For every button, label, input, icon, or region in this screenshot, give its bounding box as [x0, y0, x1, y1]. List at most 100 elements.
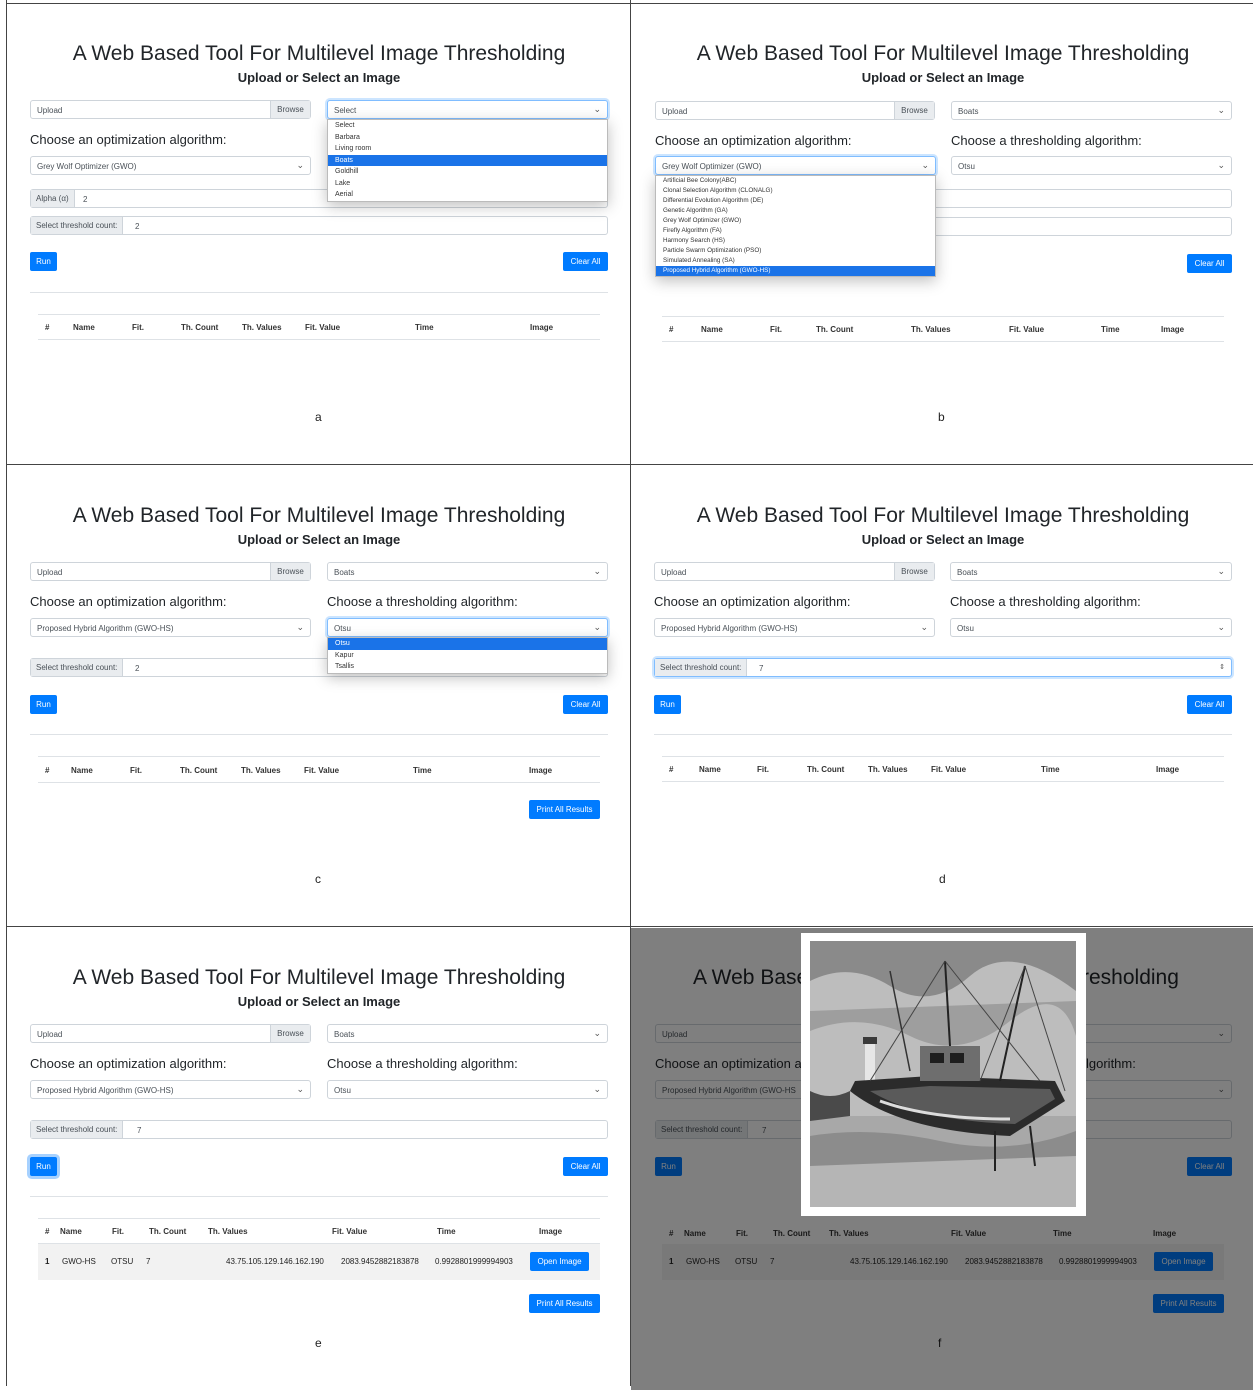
threshold-count-label: Select threshold count:	[31, 659, 124, 676]
image-select[interactable]: Boats ⌄	[327, 562, 608, 581]
col-header-fit: Fit.	[770, 325, 782, 334]
col-header-fit: Fit.	[132, 323, 144, 332]
chevron-down-icon: ⌄	[920, 622, 928, 632]
optimization-select[interactable]: Grey Wolf Optimizer (GWO) ⌄	[30, 156, 311, 175]
col-header-index: #	[669, 325, 674, 334]
clear-all-button[interactable]: Clear All	[1187, 254, 1232, 273]
chevron-down-icon: ⌄	[296, 160, 304, 170]
dropdown-option[interactable]: Clonal Selection Algorithm (CLONALG)	[656, 186, 935, 196]
dropdown-option[interactable]: Tsallis	[328, 661, 607, 673]
panel-c: A Web Based Tool For Multilevel Image Th…	[7, 466, 631, 928]
open-image-button[interactable]: Open Image	[530, 1252, 589, 1271]
optimization-select-value: Proposed Hybrid Algorithm (GWO-HS)	[37, 624, 174, 633]
dropdown-option[interactable]: Grey Wolf Optimizer (GWO)	[656, 216, 935, 226]
panel-e: A Web Based Tool For Multilevel Image Th…	[7, 928, 631, 1390]
panel-d: A Web Based Tool For Multilevel Image Th…	[631, 466, 1253, 928]
page-title: A Web Based Tool For Multilevel Image Th…	[696, 504, 1190, 527]
dropdown-option-selected[interactable]: Boats	[328, 154, 607, 166]
clear-all-button[interactable]: Clear All	[563, 695, 608, 714]
image-select[interactable]: Boats ⌄	[951, 101, 1232, 120]
dropdown-option[interactable]: Artificial Bee Colony(ABC)	[656, 176, 935, 186]
browse-button[interactable]: Browse	[894, 563, 934, 580]
image-modal	[801, 933, 1086, 1216]
threshold-count-value: 2	[135, 664, 140, 673]
print-all-results-button[interactable]: Print All Results	[529, 800, 600, 819]
panel-caption: d	[939, 872, 946, 886]
optimization-select-value: Proposed Hybrid Algorithm (GWO-HS)	[37, 1086, 174, 1095]
row-fit-value: 2083.9452882183878	[341, 1257, 419, 1266]
run-button[interactable]: Run	[30, 695, 57, 714]
upload-field[interactable]: Upload Browse	[655, 101, 935, 120]
dropdown-option[interactable]: Simulated Annealing (SA)	[656, 256, 935, 266]
dropdown-option[interactable]: Kapur	[328, 650, 607, 662]
boat-image	[810, 941, 1076, 1207]
thresholding-select[interactable]: Otsu ⌄	[327, 618, 608, 637]
thresholding-label: Choose a thresholding algorithm:	[327, 1056, 518, 1071]
run-button[interactable]: Run	[654, 695, 681, 714]
upload-placeholder: Upload	[661, 568, 687, 577]
chevron-down-icon: ⌄	[1217, 105, 1225, 115]
dropdown-option[interactable]: Select	[328, 120, 607, 132]
col-header-fit: Fit.	[130, 766, 142, 775]
dropdown-option[interactable]: Genetic Algorithm (GA)	[656, 206, 935, 216]
threshold-count-field[interactable]: Select threshold count: 7 ⇕	[654, 658, 1232, 677]
optimization-select[interactable]: Grey Wolf Optimizer (GWO) ⌄	[655, 156, 936, 175]
page-subtitle: Upload or Select an Image	[237, 532, 401, 547]
optimization-label: Choose an optimization algorithm:	[654, 594, 851, 609]
table-top-border	[662, 756, 1224, 757]
dropdown-option[interactable]: Differential Evolution Algorithm (DE)	[656, 196, 935, 206]
upload-field[interactable]: Upload Browse	[30, 1024, 311, 1043]
browse-button[interactable]: Browse	[894, 102, 934, 119]
upload-field[interactable]: Upload Browse	[30, 100, 311, 119]
dropdown-option[interactable]: Barbara	[328, 132, 607, 144]
optimization-select[interactable]: Proposed Hybrid Algorithm (GWO-HS) ⌄	[654, 618, 935, 637]
table-bottom-border	[662, 341, 1224, 342]
thresholding-select[interactable]: Otsu ⌄	[950, 618, 1232, 637]
col-header-fit-value: Fit. Value	[304, 766, 340, 775]
upload-placeholder: Upload	[662, 107, 688, 116]
upload-field[interactable]: Upload Browse	[654, 562, 935, 581]
optimization-label: Choose an optimization algorithm:	[655, 133, 852, 148]
upload-field[interactable]: Upload Browse	[30, 562, 311, 581]
browse-button[interactable]: Browse	[270, 563, 310, 580]
dropdown-option[interactable]: Goldhill	[328, 166, 607, 178]
optimization-select[interactable]: Proposed Hybrid Algorithm (GWO-HS) ⌄	[30, 1080, 311, 1099]
page-subtitle: Upload or Select an Image	[237, 70, 401, 85]
browse-button[interactable]: Browse	[270, 1025, 310, 1042]
panel-b: A Web Based Tool For Multilevel Image Th…	[631, 4, 1253, 466]
threshold-count-field[interactable]: Select threshold count: 2	[30, 216, 608, 235]
clear-all-button[interactable]: Clear All	[563, 1157, 608, 1176]
dropdown-option[interactable]: Aerial	[328, 189, 607, 201]
col-header-fit-value: Fit. Value	[1009, 325, 1045, 334]
dropdown-option-selected[interactable]: Proposed Hybrid Algorithm (GWO-HS)	[656, 266, 935, 276]
threshold-count-field[interactable]: Select threshold count: 7	[30, 1120, 608, 1139]
image-select[interactable]: Select ⌄	[327, 100, 608, 119]
col-header-fit: Fit.	[757, 765, 769, 774]
col-header-index: #	[669, 765, 674, 774]
dropdown-option[interactable]: Firefly Algorithm (FA)	[656, 226, 935, 236]
dropdown-option[interactable]: Lake	[328, 178, 607, 190]
optimization-select[interactable]: Proposed Hybrid Algorithm (GWO-HS) ⌄	[30, 618, 311, 637]
image-select[interactable]: Boats ⌄	[327, 1024, 608, 1043]
thresholding-select[interactable]: Otsu ⌄	[951, 156, 1232, 175]
chevron-down-icon: ⌄	[593, 622, 601, 632]
clear-all-button[interactable]: Clear All	[1187, 695, 1232, 714]
dropdown-option[interactable]: Harmony Search (HS)	[656, 236, 935, 246]
print-all-results-button[interactable]: Print All Results	[529, 1294, 600, 1313]
row-fit: OTSU	[111, 1257, 134, 1266]
table-top-border	[38, 756, 600, 757]
dropdown-option[interactable]: Particle Swarm Optimization (PSO)	[656, 246, 935, 256]
browse-button[interactable]: Browse	[270, 101, 310, 118]
run-button[interactable]: Run	[30, 1157, 57, 1176]
run-button[interactable]: Run	[30, 252, 57, 271]
thresholding-select[interactable]: Otsu ⌄	[327, 1080, 608, 1099]
image-dropdown-list: Select Barbara Living room Boats Goldhil…	[327, 119, 608, 202]
dropdown-option[interactable]: Living room	[328, 143, 607, 155]
image-select-value: Boats	[334, 568, 355, 577]
spinner-icon[interactable]: ⇕	[1219, 663, 1225, 671]
optimization-select-value: Proposed Hybrid Algorithm (GWO-HS)	[661, 624, 798, 633]
clear-all-button[interactable]: Clear All	[563, 252, 608, 271]
thresholding-dropdown-list: Otsu Kapur Tsallis	[327, 637, 608, 674]
dropdown-option-selected[interactable]: Otsu	[328, 638, 607, 650]
image-select[interactable]: Boats ⌄	[950, 562, 1232, 581]
